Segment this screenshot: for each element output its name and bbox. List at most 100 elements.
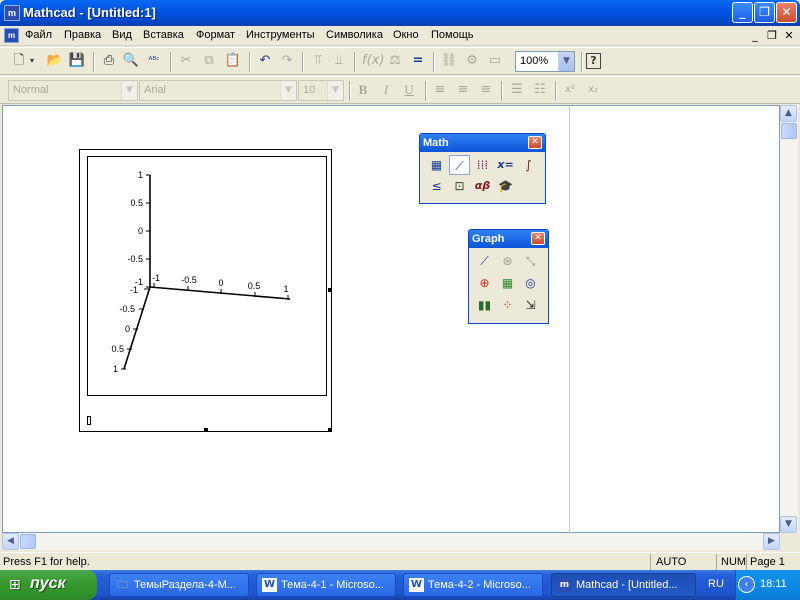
save-icon[interactable]: 💾 <box>68 52 86 70</box>
worksheet[interactable]: 1 0.5 0 -0.5 -1 -1 -0.5 0 0.5 1 -1 -0.5 <box>2 105 780 534</box>
menu-help[interactable]: Помощь <box>431 29 474 41</box>
chevron-down-icon[interactable]: ▼ <box>280 81 296 100</box>
print-icon[interactable]: ⎙ <box>100 52 118 70</box>
3d-plot-region[interactable]: 1 0.5 0 -0.5 -1 -1 -0.5 0 0.5 1 -1 -0.5 <box>79 149 332 432</box>
graph-palette-close-button[interactable]: ✕ <box>531 232 545 245</box>
vector-field-icon[interactable]: ⇲ <box>520 295 541 315</box>
zoom-icon[interactable]: ⤡ <box>520 251 541 271</box>
document-icon[interactable]: m <box>4 28 19 43</box>
app-icon[interactable]: m <box>4 5 20 21</box>
xy-plot-icon[interactable]: ⟋ <box>474 251 495 271</box>
minimize-button[interactable]: _ <box>732 2 753 23</box>
insert-function-icon[interactable]: f(x) <box>362 52 384 70</box>
font-size-select[interactable]: 10 ▼ <box>298 80 344 101</box>
polar-plot-icon[interactable]: ⊛ <box>497 251 518 271</box>
align-down-icon[interactable]: ⫫ <box>330 52 348 70</box>
maximize-button[interactable]: ❐ <box>754 2 775 23</box>
trace-icon[interactable]: ◎ <box>520 273 541 293</box>
taskbar-item[interactable]: W Тема-4-2 - Microso... <box>403 573 543 597</box>
surface-plot-icon[interactable]: ⊕ <box>474 273 495 293</box>
taskbar-item[interactable]: 🗀 ТемыРаздела-4-М... <box>109 573 249 597</box>
chevron-down-icon[interactable]: ▼ <box>327 81 343 100</box>
contour-plot-icon[interactable]: ▦ <box>497 273 518 293</box>
numbering-icon[interactable]: ☷ <box>531 81 549 99</box>
scroll-right-icon[interactable]: ▶ <box>763 533 780 550</box>
math-palette-header[interactable]: Math ✕ <box>420 134 545 152</box>
graph-icon[interactable]: ⟋ <box>449 155 470 175</box>
calculus-icon[interactable]: ∫ <box>518 155 539 175</box>
bullets-icon[interactable]: ☰ <box>508 81 526 99</box>
boolean-icon[interactable]: ≤ <box>426 176 447 196</box>
align-left-icon[interactable]: ≡ <box>431 81 449 99</box>
italic-button[interactable]: I <box>377 81 395 99</box>
insert-hyperlink-icon[interactable]: ⛓ <box>440 52 458 70</box>
spellcheck-icon[interactable]: ᴬᴮᶜ <box>145 52 163 70</box>
menu-insert[interactable]: Вставка <box>143 29 184 41</box>
redo-icon[interactable]: ↷ <box>278 52 296 70</box>
bar-plot-icon[interactable]: ▮▮ <box>474 295 495 315</box>
new-icon[interactable]: 🗋 <box>10 52 28 70</box>
start-button[interactable]: ⊞ пуск <box>0 570 97 600</box>
taskbar-item[interactable]: W Тема-4-1 - Microso... <box>256 573 396 597</box>
scroll-left-icon[interactable]: ◀ <box>2 533 19 550</box>
calculate-icon[interactable]: = <box>409 52 427 70</box>
resize-handle-right[interactable] <box>328 288 332 292</box>
doc-minimize-button[interactable]: _ <box>748 29 762 43</box>
graph-palette-header[interactable]: Graph ✕ <box>469 230 548 248</box>
copy-icon[interactable]: ⧉ <box>200 52 218 70</box>
align-across-icon[interactable]: ⫪ <box>309 52 327 70</box>
new-dropdown-icon[interactable]: ▾ <box>27 52 37 70</box>
programming-icon[interactable]: ⊡ <box>449 176 470 196</box>
menu-view[interactable]: Вид <box>112 29 132 41</box>
matrix-icon[interactable]: ⁞⁞⁞ <box>472 155 493 175</box>
title-bar[interactable]: m Mathcad - [Untitled:1] _ ❐ ✕ <box>0 0 800 26</box>
chevron-down-icon[interactable]: ▼ <box>558 52 574 71</box>
vertical-scroll-thumb[interactable] <box>781 123 797 139</box>
open-icon[interactable]: 📂 <box>46 52 64 70</box>
scroll-down-icon[interactable]: ▼ <box>780 516 797 533</box>
menu-format[interactable]: Формат <box>196 29 235 41</box>
symbolic-icon[interactable]: 🎓 <box>495 176 516 196</box>
close-button[interactable]: ✕ <box>776 2 797 23</box>
zoom-select[interactable]: 100% ▼ <box>515 51 575 72</box>
evaluation-icon[interactable]: x= <box>495 155 516 175</box>
cut-icon[interactable]: ✂ <box>177 52 195 70</box>
align-right-icon[interactable]: ≡ <box>477 81 495 99</box>
doc-restore-button[interactable]: ❐ <box>765 29 779 43</box>
taskbar-item-active[interactable]: m Mathcad - [Untitled... <box>551 573 696 597</box>
tray-expand-icon[interactable]: ‹ <box>738 576 755 593</box>
help-icon[interactable]: ? <box>586 53 601 69</box>
insert-unit-icon[interactable]: ⚖ <box>386 52 404 70</box>
resource-center-icon[interactable]: ▭ <box>486 52 504 70</box>
horizontal-scrollbar[interactable]: ◀ ▶ <box>2 533 780 550</box>
scatter-plot-icon[interactable]: ⁘ <box>497 295 518 315</box>
doc-close-button[interactable]: ✕ <box>782 29 796 43</box>
greek-icon[interactable]: αβ <box>472 176 493 196</box>
math-palette-close-button[interactable]: ✕ <box>528 136 542 149</box>
placeholder-cursor[interactable] <box>87 416 91 425</box>
subscript-button[interactable]: x₂ <box>584 81 602 99</box>
align-center-icon[interactable]: ≡ <box>454 81 472 99</box>
resize-handle-corner[interactable] <box>328 428 332 432</box>
vertical-scrollbar[interactable]: ▲ ▼ <box>780 105 798 533</box>
menu-edit[interactable]: Правка <box>64 29 101 41</box>
undo-icon[interactable]: ↶ <box>256 52 274 70</box>
underline-button[interactable]: U <box>400 81 418 99</box>
print-preview-icon[interactable]: 🔍 <box>122 52 140 70</box>
insert-component-icon[interactable]: ⚙ <box>463 52 481 70</box>
superscript-button[interactable]: x² <box>561 81 579 99</box>
font-select[interactable]: Arial ▼ <box>139 80 297 101</box>
chevron-down-icon[interactable]: ▼ <box>121 81 137 100</box>
horizontal-scroll-thumb[interactable] <box>20 534 36 549</box>
language-indicator[interactable]: RU <box>708 578 724 590</box>
bold-button[interactable]: B <box>354 81 372 99</box>
style-select[interactable]: Normal ▼ <box>8 80 138 101</box>
menu-file[interactable]: Файл <box>25 29 52 41</box>
calculator-icon[interactable]: ▦ <box>426 155 447 175</box>
scroll-up-icon[interactable]: ▲ <box>780 105 797 122</box>
resize-handle-bottom[interactable] <box>204 428 208 432</box>
paste-icon[interactable]: 📋 <box>224 52 242 70</box>
menu-tools[interactable]: Инструменты <box>246 29 315 41</box>
menu-window[interactable]: Окно <box>393 29 419 41</box>
menu-symbolics[interactable]: Символика <box>326 29 383 41</box>
